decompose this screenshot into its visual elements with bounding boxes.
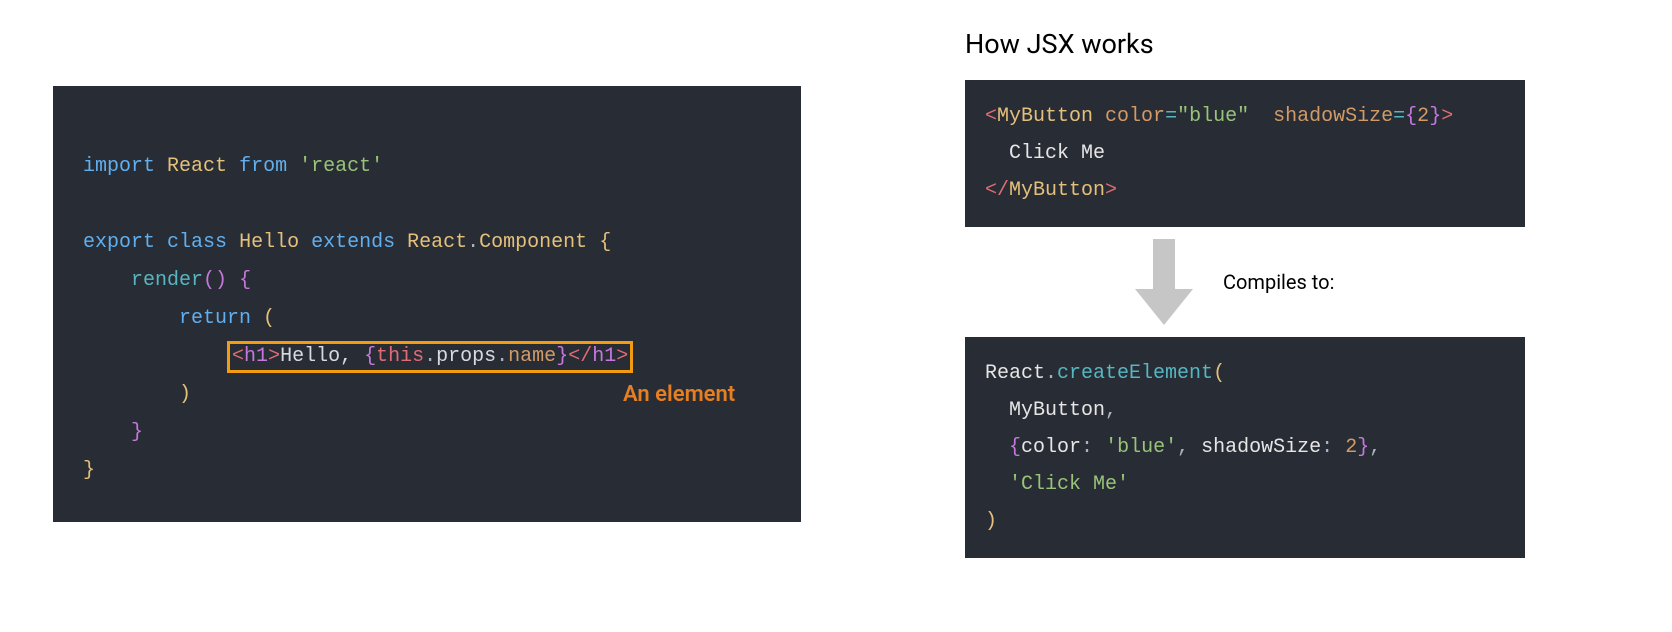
out-react: React (985, 362, 1045, 385)
string-react: 'react' (299, 155, 383, 178)
tag-open-lt: < (232, 345, 244, 368)
jsx-expr-close: } (1429, 105, 1441, 128)
method-render: render (131, 269, 203, 292)
out-obj-close: } (1357, 436, 1369, 459)
out-comma1: , (1105, 399, 1117, 422)
annotation-element: An element (623, 374, 735, 416)
keyword-this: this (376, 345, 424, 368)
keyword-import: import (83, 155, 155, 178)
jsx-close-gt: > (1105, 179, 1117, 202)
brace-close2: } (131, 421, 143, 444)
tag-h1-close: h1 (592, 345, 616, 368)
jsx-open-gt: > (1441, 105, 1453, 128)
out-mybutton: MyButton (1009, 399, 1105, 422)
paren-close: ) (179, 383, 191, 406)
jsx-eq2: = (1393, 105, 1405, 128)
heading-jsx: How JSX works (965, 28, 1525, 60)
prop-name: name (508, 345, 556, 368)
dot2: . (424, 345, 436, 368)
jsx-attr-shadow: shadowSize (1273, 105, 1393, 128)
keyword-export: export (83, 231, 155, 254)
out-createelement: createElement (1057, 362, 1213, 385)
arrow-down-icon (1135, 239, 1193, 325)
brace-open2: { (239, 269, 251, 292)
tag-close-gt: > (616, 345, 628, 368)
jsx-color-val: "blue" (1177, 105, 1249, 128)
output-code-panel: React.createElement( MyButton, {color: '… (965, 337, 1525, 558)
out-comma2: , (1177, 436, 1189, 459)
dot3: . (496, 345, 508, 368)
out-click-str: 'Click Me' (1009, 473, 1129, 496)
right-column: How JSX works <MyButton color="blue" sha… (965, 28, 1525, 558)
jsx-close-lt: </ (985, 179, 1009, 202)
class-hello: Hello (239, 231, 299, 254)
jsx-num: 2 (1417, 105, 1429, 128)
keyword-extends: extends (311, 231, 395, 254)
out-shadow-key: shadowSize (1201, 436, 1321, 459)
tag-close-lt: </ (568, 345, 592, 368)
identifier-react2: React (407, 231, 467, 254)
identifier-react: React (167, 155, 227, 178)
paren-open: ( (263, 307, 275, 330)
out-colon1: : (1081, 436, 1093, 459)
out-obj-open: { (1009, 436, 1021, 459)
prop-props: props (436, 345, 496, 368)
jsx-attr-color: color (1105, 105, 1165, 128)
out-shadow-val: 2 (1345, 436, 1357, 459)
keyword-from: from (239, 155, 287, 178)
out-color-val: 'blue' (1105, 436, 1177, 459)
arrow-row: Compiles to: (1135, 239, 1525, 325)
keyword-class: class (167, 231, 227, 254)
expr-open: { (364, 345, 376, 368)
out-colon2: : (1321, 436, 1333, 459)
brace-close: } (83, 459, 95, 482)
compiles-label: Compiles to: (1223, 270, 1334, 294)
out-comma3: , (1369, 436, 1381, 459)
left-code-panel: import React from 'react' export class H… (53, 86, 801, 522)
jsx-expr-open: { (1405, 105, 1417, 128)
jsx-text: Click Me (1009, 142, 1105, 165)
out-rparen: ) (985, 510, 997, 533)
brace-open: { (599, 231, 611, 254)
dot: . (467, 231, 479, 254)
out-lparen: ( (1213, 362, 1225, 385)
out-color-key: color (1021, 436, 1081, 459)
class-component: Component (479, 231, 587, 254)
out-dot: . (1045, 362, 1057, 385)
expr-close: } (556, 345, 568, 368)
jsx-eq1: = (1165, 105, 1177, 128)
parens: () (203, 269, 227, 292)
jsx-code-panel: <MyButton color="blue" shadowSize={2}> C… (965, 80, 1525, 227)
tag-h1: h1 (244, 345, 268, 368)
jsx-mybutton: MyButton (997, 105, 1093, 128)
text-hello: Hello, (280, 345, 364, 368)
keyword-return: return (179, 307, 251, 330)
jsx-mybutton-close: MyButton (1009, 179, 1105, 202)
element-highlight-box: <h1>Hello, {this.props.name}</h1> (227, 341, 633, 373)
jsx-open-lt: < (985, 105, 997, 128)
tag-open-gt: > (268, 345, 280, 368)
